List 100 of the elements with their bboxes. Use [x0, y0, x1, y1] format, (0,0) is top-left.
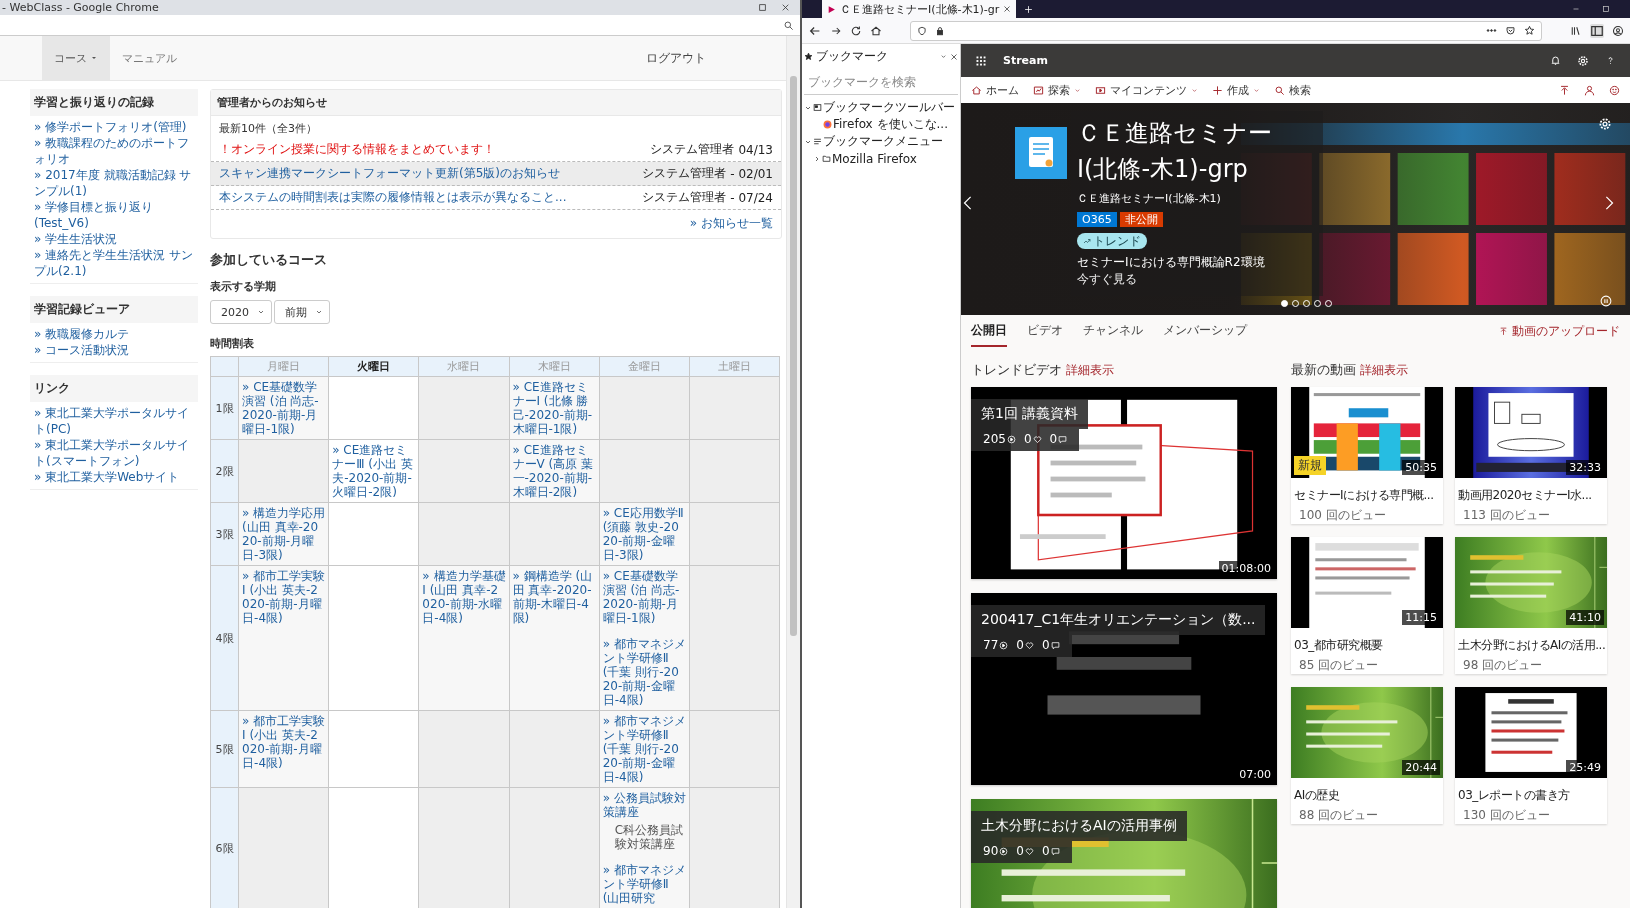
tab[interactable]: チャンネル	[1083, 315, 1143, 347]
comment-count: 0	[1049, 432, 1068, 446]
logout-link[interactable]: ログアウト	[646, 49, 706, 67]
restore-icon[interactable]	[1602, 5, 1610, 13]
zoom-icon[interactable]	[783, 19, 794, 31]
tab[interactable]: ビデオ	[1027, 315, 1063, 347]
sidebar-link[interactable]: » 教職課程のためのポートフォリオ	[30, 135, 198, 167]
period-label: 2限	[210, 439, 239, 503]
notice-list-link[interactable]: » お知らせ一覧	[689, 215, 773, 232]
carousel-dot[interactable]	[1281, 300, 1288, 307]
sidebar-link[interactable]: » 修学ポートフォリオ(管理)	[30, 119, 198, 135]
chevron-icon[interactable]	[813, 154, 821, 163]
app-launcher-icon[interactable]	[975, 54, 987, 67]
star-icon[interactable]	[1524, 25, 1535, 36]
course-link[interactable]: » 都市マネジメント学研修Ⅱ (千葉 則行-2020-前期-金曜日-4限)	[602, 714, 686, 784]
year-select[interactable]: 2020	[210, 300, 272, 324]
minimize-icon[interactable]	[1572, 5, 1580, 13]
pocket-icon[interactable]	[1505, 25, 1516, 36]
day-header: 木曜日	[509, 356, 600, 377]
nav-item[interactable]: コース	[42, 36, 110, 80]
close-icon[interactable]	[1003, 5, 1012, 13]
video-title: 土木分野におけるAIの活用...	[1457, 637, 1607, 654]
plus-icon[interactable]	[1024, 4, 1034, 14]
course-link[interactable]: » CE基礎数学演習 (泊 尚志-2020-前期-月曜日-1限)	[602, 569, 686, 625]
settings-icon[interactable]	[1577, 54, 1589, 67]
close-icon[interactable]	[781, 3, 790, 12]
bookmark-item[interactable]: Firefox を使いこな...	[833, 116, 948, 133]
sidebar-link[interactable]: » 教職履修カルテ	[30, 326, 198, 342]
watch-link[interactable]: 今すぐ見る	[1077, 271, 1137, 288]
course-link[interactable]: » 都市工学実験Ⅰ (小出 英夫-2020-前期-月曜日-4限)	[242, 569, 326, 625]
nav-item[interactable]: 探索	[1033, 82, 1081, 98]
settings-icon[interactable]	[1598, 117, 1612, 131]
sidebar-link[interactable]: » 東北工業大学Webサイト	[30, 469, 198, 485]
sidebar-link[interactable]: » 学修目標と振り返り(Test_V6)	[30, 199, 198, 231]
course-link[interactable]: » CE基礎数学演習 (泊 尚志-2020-前期-月曜日-1限)	[242, 380, 326, 436]
nav-item[interactable]: マイコンテンツ	[1095, 82, 1198, 98]
bookmark-item[interactable]: ブックマークツールバー	[823, 99, 955, 116]
video-card[interactable]: 新規 50:35 セミナーⅠにおける専門概... 100 回のビュー	[1291, 387, 1443, 524]
video-card[interactable]: 20:44 AIの歴史 88 回のビュー	[1291, 687, 1443, 824]
scrollbar[interactable]	[786, 36, 800, 908]
scrollbar-thumb[interactable]	[790, 76, 797, 636]
nav-item[interactable]: マニュアル	[110, 36, 189, 80]
video-title[interactable]: セミナーⅠにおける専門概論R2環境	[1077, 254, 1265, 271]
sidebar-link[interactable]: » 東北工業大学ポータルサイト(スマートフォン)	[30, 437, 198, 469]
sidebar-link[interactable]: » 連絡先と学生生活状況 サンプル(2.1)	[30, 247, 198, 279]
bell-icon[interactable]	[1550, 55, 1561, 66]
tag: O365	[1077, 212, 1117, 227]
video-title[interactable]: 土木分野におけるAIの活用事例	[971, 811, 1187, 841]
course-link[interactable]: » CE進路セミナーⅢ (小出 英夫-2020-前期-火曜日-2限)	[332, 443, 416, 499]
search-field[interactable]: ブックマークを検索	[804, 71, 958, 95]
sidebar-icon[interactable]	[1590, 23, 1604, 38]
account-icon[interactable]	[1612, 24, 1624, 37]
smiley-icon[interactable]	[1609, 84, 1620, 96]
video-card[interactable]: 41:10 土木分野におけるAIの活用... 98 回のビュー	[1455, 537, 1607, 674]
sidebar-link[interactable]: » 2017年度 就職活動記録 サンプル(1)	[30, 167, 198, 199]
video-title[interactable]: 第1回 講義資料	[971, 399, 1089, 429]
nav-item[interactable]: ホーム	[971, 82, 1019, 98]
video-title[interactable]: 200417_C1年生オリエンテーション（数...	[971, 605, 1266, 635]
video-title: 03_レポートの書き方	[1457, 787, 1571, 804]
course-link[interactable]: » 公務員試験対策講座	[602, 791, 686, 819]
course-link[interactable]: » 都市マネジメント学研修Ⅱ (山田研究	[602, 863, 686, 905]
course-link[interactable]: » 構造力学応用 (山田 真幸-2020-前期-月曜日-3限)	[242, 506, 326, 562]
course-link[interactable]: » CE進路セミナーⅤ (高原 葉一-2020-前期-木曜日-2限)	[512, 443, 596, 499]
bookmark-item[interactable]: ブックマークメニュー	[823, 133, 943, 150]
sidebar-link[interactable]: » 東北工業大学ポータルサイト(PC)	[30, 405, 198, 437]
see-all-link[interactable]: 詳細表示	[1360, 362, 1408, 379]
person-icon[interactable]	[1584, 84, 1595, 96]
sidebar-title[interactable]: ブックマーク	[816, 48, 937, 65]
nav-item[interactable]: 作成	[1212, 82, 1260, 98]
notice-author: システム管理者	[642, 165, 727, 182]
course-link[interactable]: » CE進路セミナーⅠ (北條 勝己-2020-前期-木曜日-1限)	[512, 380, 596, 436]
tab[interactable]: 公開日	[971, 315, 1007, 347]
sidebar-link[interactable]: » 学生生活状況	[30, 231, 198, 247]
nav-item[interactable]: 検索	[1274, 82, 1311, 98]
notice-link[interactable]: 本システムの時間割表は実際の履修情報とは表示が異なること...	[219, 189, 643, 206]
course-link[interactable]: » 都市マネジメント学研修Ⅱ (千葉 則行-2020-前期-金曜日-4限)	[602, 637, 686, 707]
course-link[interactable]: » CE応用数学Ⅱ (須藤 敦史-2020-前期-金曜日-3限)	[602, 506, 686, 562]
semester-select[interactable]: 前期	[274, 300, 330, 324]
sidebar-link[interactable]: » コース活動状況	[30, 342, 198, 358]
upload-link[interactable]: 動画のアップロード	[1499, 315, 1620, 347]
upload-icon[interactable]	[1559, 84, 1570, 96]
see-all-link[interactable]: 詳細表示	[1066, 362, 1114, 379]
maximize-icon[interactable]	[758, 3, 767, 12]
tab[interactable]: メンバーシップ	[1163, 315, 1247, 347]
course-link[interactable]: » 構造力学基礎Ⅰ (山田 真幸-2020-前期-水曜日-4限)	[422, 569, 506, 625]
notice-link[interactable]: スキャン連携マークシートフォーマット更新(第5版)のお知らせ	[219, 165, 643, 182]
video-card[interactable]: 32:33 動画用2020セミナーⅠ水... 113 回のビュー	[1455, 387, 1607, 524]
reload-icon[interactable]	[850, 24, 862, 37]
home-icon[interactable]	[870, 24, 882, 37]
bookmark-item[interactable]: Mozilla Firefox	[832, 151, 917, 166]
pause-icon[interactable]	[1600, 295, 1612, 307]
notice-link[interactable]: ！オンライン授業に関する情報をまとめています！	[219, 141, 651, 158]
course-link[interactable]: » 鋼構造学 (山田 真幸-2020-前期-木曜日-4限)	[512, 569, 596, 625]
browser-tab[interactable]: ＣＥ進路セミナーⅠ(北條-木1)-gr	[822, 0, 1017, 18]
video-card[interactable]: 25:49 03_レポートの書き方 130 回のビュー	[1455, 687, 1607, 824]
video-card[interactable]: 11:15 03_都市研究概要 85 回のビュー	[1291, 537, 1443, 674]
notice-author: システム管理者	[642, 189, 727, 206]
library-icon[interactable]	[1570, 24, 1582, 37]
course-link[interactable]: » 都市工学実験Ⅰ (小出 英夫-2020-前期-月曜日-4限)	[242, 714, 326, 770]
close-icon[interactable]	[950, 52, 958, 61]
